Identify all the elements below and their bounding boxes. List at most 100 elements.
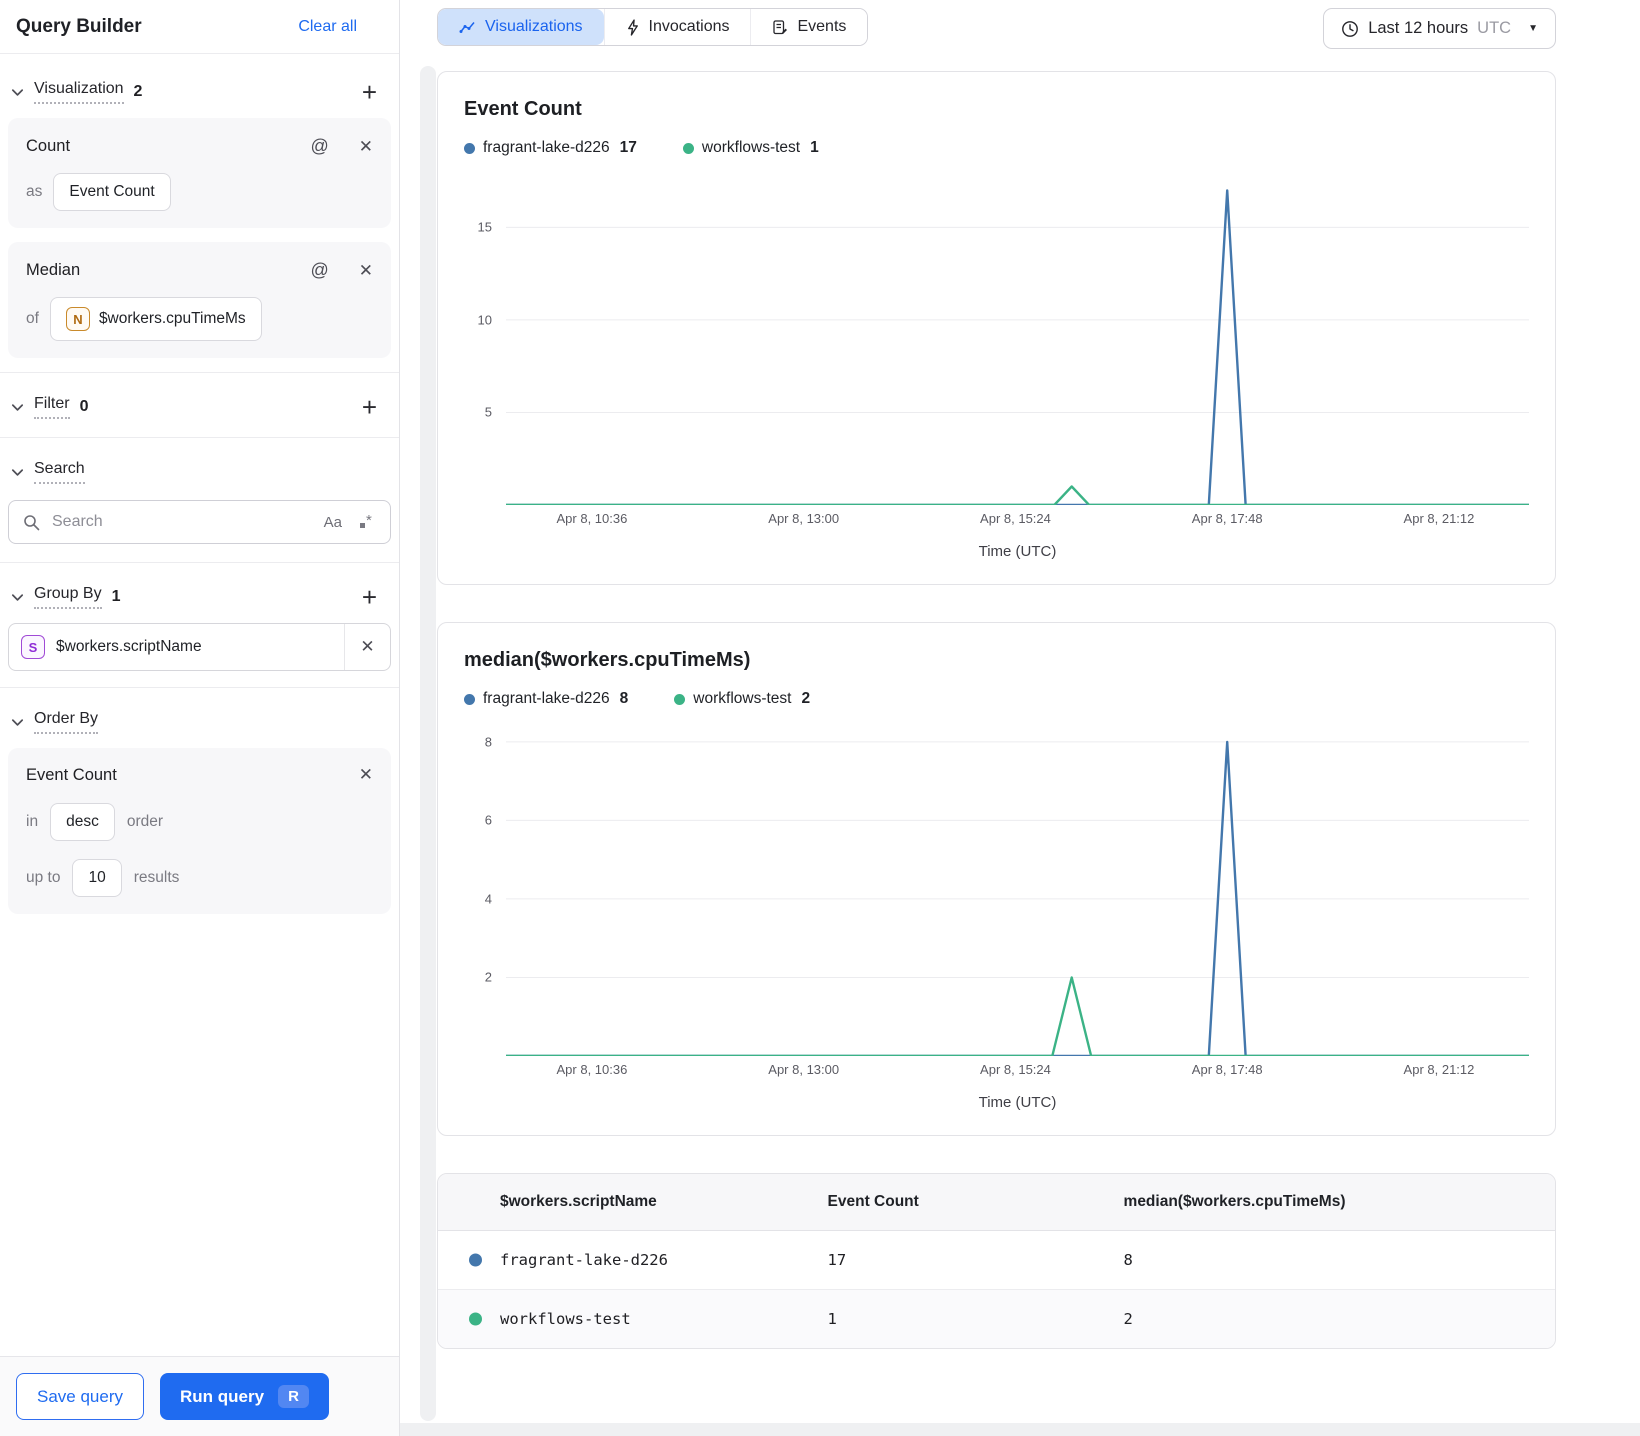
column-header-script-name: $workers.scriptName (438, 1174, 816, 1231)
field-selector[interactable]: N $workers.cpuTimeMs (49, 297, 262, 341)
card-body: of N $workers.cpuTimeMs (26, 297, 373, 341)
match-case-toggle[interactable]: Aa (318, 513, 348, 532)
y-axis: 5 10 15 (464, 183, 506, 505)
events-document-icon (773, 19, 788, 34)
sidebar-content: Visualization 2 + Count @ ✕ as Event Cou… (0, 54, 399, 1356)
y-tick-label: 2 (484, 969, 492, 985)
filter-count: 0 (79, 398, 89, 415)
order-direction-row: in desc order (26, 803, 373, 841)
legend-item[interactable]: workflows-test 1 (682, 139, 819, 157)
card-title: Count (26, 137, 71, 155)
column-header-median-cpu: median($workers.cpuTimeMs) (1111, 1174, 1555, 1231)
y-tick-label: 4 (484, 891, 492, 907)
section-divider (0, 437, 399, 438)
filter-section-label: Filter (34, 395, 70, 419)
table-row[interactable]: fragrant-lake-d226 17 8 (438, 1230, 1555, 1290)
legend-series-name: workflows-test (701, 139, 801, 156)
legend-item[interactable]: fragrant-lake-d226 8 (464, 690, 628, 708)
legend-series-value: 8 (619, 690, 629, 707)
chevron-down-icon[interactable] (10, 465, 25, 480)
y-tick-label: 6 (484, 812, 492, 828)
series-line-fragrant-lake-d226 (506, 190, 1529, 505)
card-header: Count @ ✕ (26, 135, 373, 158)
legend-dot (464, 693, 475, 705)
chart-title: median($workers.cpuTimeMs) (464, 649, 751, 671)
results-table-body: fragrant-lake-d226 17 8 workflows-test 1 2 (438, 1230, 1555, 1349)
alias-field[interactable]: Event Count (53, 173, 171, 211)
x-tick-label: Apr 8, 15:24 (980, 511, 1051, 526)
visualization-card-count: Count @ ✕ as Event Count (8, 118, 391, 228)
y-tick-label: 8 (484, 734, 492, 750)
upto-label: up to (26, 869, 61, 886)
save-query-button[interactable]: Save query (16, 1373, 144, 1420)
remove-group-by-icon[interactable]: ✕ (344, 624, 390, 670)
search-icon (24, 514, 40, 530)
time-range-dropdown[interactable]: Last 12 hours UTC ▼ (1323, 8, 1556, 49)
horizontal-scrollbar-track[interactable] (400, 1423, 1640, 1436)
series-line-workflows-test (506, 978, 1529, 1057)
tab-visualizations[interactable]: Visualizations (438, 9, 604, 45)
x-axis-title: Time (UTC) (978, 543, 1057, 560)
legend-series-value: 2 (801, 690, 811, 707)
time-range-label: Last 12 hours (1368, 19, 1469, 37)
x-axis: Apr 8, 10:36 Apr 8, 13:00 Apr 8, 15:24 Apr … (506, 1062, 1529, 1084)
legend-item[interactable]: fragrant-lake-d226 17 (464, 139, 637, 157)
chevron-down-icon[interactable] (10, 590, 25, 605)
group-by-field[interactable]: S $workers.scriptName ✕ (8, 623, 391, 671)
series-color-dot (469, 1253, 482, 1267)
add-visualization-button[interactable]: + (360, 79, 379, 105)
vertical-scrollbar-track[interactable] (420, 66, 436, 1421)
at-mention-icon[interactable]: @ (304, 259, 334, 282)
tab-invocations[interactable]: Invocations (603, 9, 751, 45)
chevron-down-icon[interactable] (10, 715, 25, 730)
search-input[interactable] (50, 512, 308, 532)
y-tick-label: 15 (477, 219, 492, 235)
chart-legend: fragrant-lake-d226 8 workflows-test 2 (464, 690, 1529, 708)
tab-events[interactable]: Events (750, 9, 868, 45)
svg-text:*: * (366, 512, 372, 529)
cell-median-cpu: 8 (1111, 1230, 1555, 1290)
cell-script-name: workflows-test (438, 1290, 816, 1349)
series-color-dot (469, 1312, 482, 1326)
chart-panel-median-cpu: median($workers.cpuTimeMs) fragrant-lake… (437, 622, 1556, 1136)
clear-all-button[interactable]: Clear all (292, 17, 363, 37)
legend-dot (464, 142, 475, 154)
regex-toggle-icon[interactable]: * (358, 512, 376, 533)
legend-series-name: fragrant-lake-d226 (483, 690, 610, 707)
main-content: Visualizations Invocations Events Last 1… (400, 0, 1640, 1436)
search-section-header: Search (0, 446, 399, 496)
y-tick-label: 10 (477, 312, 492, 328)
visualization-count: 2 (133, 83, 143, 100)
legend-series-value: 1 (810, 139, 819, 156)
legend-item[interactable]: workflows-test 2 (674, 690, 810, 708)
x-tick-label: Apr 8, 17:48 (1191, 1062, 1263, 1077)
run-query-button[interactable]: Run query R (160, 1373, 329, 1420)
keyboard-shortcut-badge: R (278, 1385, 309, 1408)
x-tick-label: Apr 8, 17:48 (1191, 511, 1263, 526)
chevron-down-icon[interactable] (10, 400, 25, 415)
direction-select[interactable]: desc (50, 803, 115, 841)
x-tick-label: Apr 8, 21:12 (1403, 511, 1475, 526)
add-filter-button[interactable]: + (360, 394, 379, 420)
x-tick-label: Apr 8, 10:36 (556, 511, 628, 526)
x-tick-label: Apr 8, 21:12 (1403, 1062, 1475, 1077)
add-group-by-button[interactable]: + (360, 584, 379, 610)
at-mention-icon[interactable]: @ (304, 135, 334, 158)
line-chart (506, 734, 1529, 1056)
close-icon[interactable]: ✕ (359, 261, 373, 281)
limit-input[interactable]: 10 (72, 859, 122, 897)
x-tick-label: Apr 8, 10:36 (556, 1062, 628, 1077)
chevron-down-icon[interactable] (10, 85, 25, 100)
tab-label: Visualizations (485, 18, 583, 35)
clock-icon (1342, 20, 1359, 37)
close-icon[interactable]: ✕ (359, 765, 373, 785)
search-box: Aa * (8, 500, 391, 544)
view-tabs: Visualizations Invocations Events (437, 8, 869, 46)
as-label: as (26, 183, 43, 200)
card-body: as Event Count (26, 173, 373, 211)
legend-dot (674, 693, 686, 705)
results-table: $workers.scriptName Event Count median($… (438, 1174, 1555, 1348)
cell-median-cpu: 2 (1123, 1310, 1133, 1328)
table-row[interactable]: workflows-test 1 2 (438, 1289, 1555, 1349)
close-icon[interactable]: ✕ (359, 137, 373, 157)
